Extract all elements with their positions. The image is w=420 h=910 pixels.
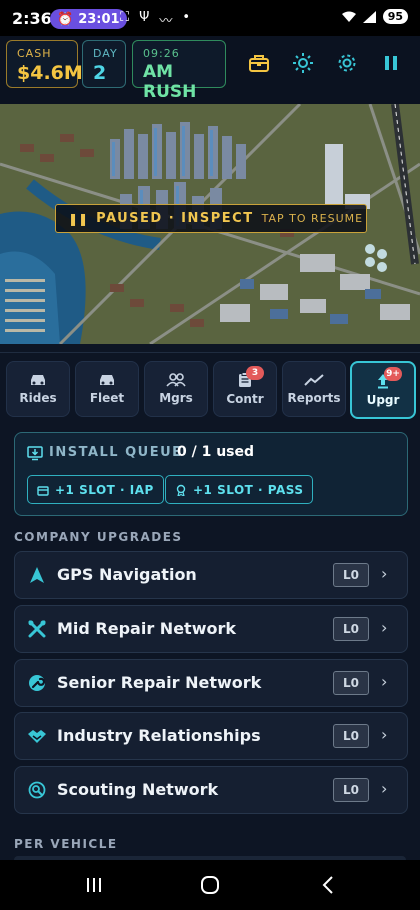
tab-label: Contr [226,392,264,406]
upgrade-row-gps-navigation[interactable]: GPS Navigation L0 › [14,551,408,599]
upgrade-name: Industry Relationships [57,726,261,745]
tab-reports[interactable]: Reports [282,361,346,417]
level-badge: L0 [333,563,369,587]
install-queue-title: INSTALL QUEUE [49,445,183,460]
treasure-chest-icon[interactable] [246,50,272,76]
battery-icon: 95 [382,9,408,24]
usb-icon: Ψ [139,10,150,25]
car-icon [100,375,114,385]
install-queue-used: 0 / 1 used [177,444,255,460]
alarm-time: 23:01 [78,11,120,27]
game-hud: CASH $4.6M DAY 2 09:26 AM RUSH [0,36,420,104]
status-time: 2:36 [12,9,52,28]
paused-banner[interactable]: ❚❚ PAUSED · INSPECT TAP TO RESUME [55,204,367,233]
tools-icon [27,619,47,639]
buy-slot-iap-label: +1 SLOT · IAP [55,482,154,497]
clock-time: 09:26 [143,47,180,60]
paused-label: PAUSED · INSPECT [96,211,254,226]
alarm-chip: ⏰ 23:01 [50,9,127,29]
buy-slot-pass-label: +1 SLOT · PASS [193,482,304,497]
gear-icon[interactable] [334,50,360,76]
cash-card: CASH $4.6M [6,40,83,88]
home-icon[interactable] [198,874,222,896]
system-nav-bar [0,860,420,910]
buy-slot-pass-button[interactable]: +1 SLOT · PASS [165,475,314,504]
level-badge: L0 [333,617,369,641]
tab-bar: Rides Fleet Mgrs Contr 3 Reports Upgr 9+ [0,352,420,423]
resume-hint: TAP TO RESUME [261,212,364,225]
pause-icon[interactable] [378,50,404,76]
status-right: 95 [341,9,408,24]
tab-rides[interactable]: Rides [6,361,70,417]
dot-icon: • [182,10,191,25]
day-value: 2 [93,62,107,84]
upgrade-row-mid-repair-network[interactable]: Mid Repair Network L0 › [14,605,408,653]
navigation-arrow-icon [27,565,47,585]
recent-apps-icon[interactable] [82,874,106,896]
trend-icon [304,374,324,386]
brightness-icon[interactable] [290,50,316,76]
tab-label: Mgrs [159,391,193,405]
contracts-badge: 3 [246,366,264,380]
tab-label: Rides [19,391,57,405]
people-icon [166,373,186,387]
status-bar: 2:36 ⏰ 23:01 ⛶ Ψ 〰 • 95 [0,0,420,36]
chevron-right-icon: › [381,725,388,744]
pause-small-icon: ❚❚ [68,211,89,226]
chevron-right-icon: › [381,618,388,637]
upgrade-row-industry-relationships[interactable]: Industry Relationships L0 › [14,712,408,760]
chevron-right-icon: › [381,564,388,583]
scouting-icon [27,780,47,800]
upgrade-name: Scouting Network [57,780,219,799]
tab-fleet[interactable]: Fleet [75,361,139,417]
day-label: DAY [93,47,118,60]
wifi-icon [341,11,356,22]
car-icon [31,375,45,385]
cash-value: $4.6M [17,62,83,84]
day-card: DAY 2 [82,40,126,88]
install-queue-panel: INSTALL QUEUE 0 / 1 used +1 SLOT · IAP +… [14,432,408,516]
shop-icon [37,485,49,496]
tab-contracts[interactable]: Contr 3 [213,361,277,417]
tab-upgrades[interactable]: Upgr 9+ [350,361,416,419]
chevron-right-icon: › [381,779,388,798]
tab-label: Upgr [366,393,400,407]
handshake-icon [27,726,47,746]
screenshot-icon: ⛶ [120,10,130,25]
wrench-icon [27,673,47,693]
signal-icon [362,10,376,23]
link-icon: 〰 [159,14,173,29]
upgrade-name: Senior Repair Network [57,673,262,692]
upgrade-name: GPS Navigation [57,565,197,584]
company-upgrades-heading: COMPANY UPGRADES [14,530,183,544]
level-badge: L0 [333,671,369,695]
clock-card: 09:26 AM RUSH [132,40,226,102]
install-icon [27,446,43,461]
tab-managers[interactable]: Mgrs [144,361,208,417]
day-phase: AM RUSH [143,62,197,102]
city-map[interactable]: ❚❚ PAUSED · INSPECT TAP TO RESUME [0,104,420,344]
notification-icons: ⛶ Ψ 〰 • [120,10,190,29]
medal-icon [176,484,186,496]
upgrades-badge: 9+ [384,367,402,381]
back-icon[interactable] [316,874,340,896]
upgrade-name: Mid Repair Network [57,619,236,638]
level-badge: L0 [333,778,369,802]
tab-label: Reports [287,391,341,405]
cash-label: CASH [17,47,52,60]
buy-slot-iap-button[interactable]: +1 SLOT · IAP [27,475,164,504]
upgrade-row-senior-repair-network[interactable]: Senior Repair Network L0 › [14,659,408,707]
level-badge: L0 [333,724,369,748]
upgrade-row-scouting-network[interactable]: Scouting Network L0 › [14,766,408,814]
per-vehicle-heading: PER VEHICLE [14,837,118,851]
chevron-right-icon: › [381,672,388,691]
alarm-icon: ⏰ [57,11,74,27]
tab-label: Fleet [89,391,125,405]
